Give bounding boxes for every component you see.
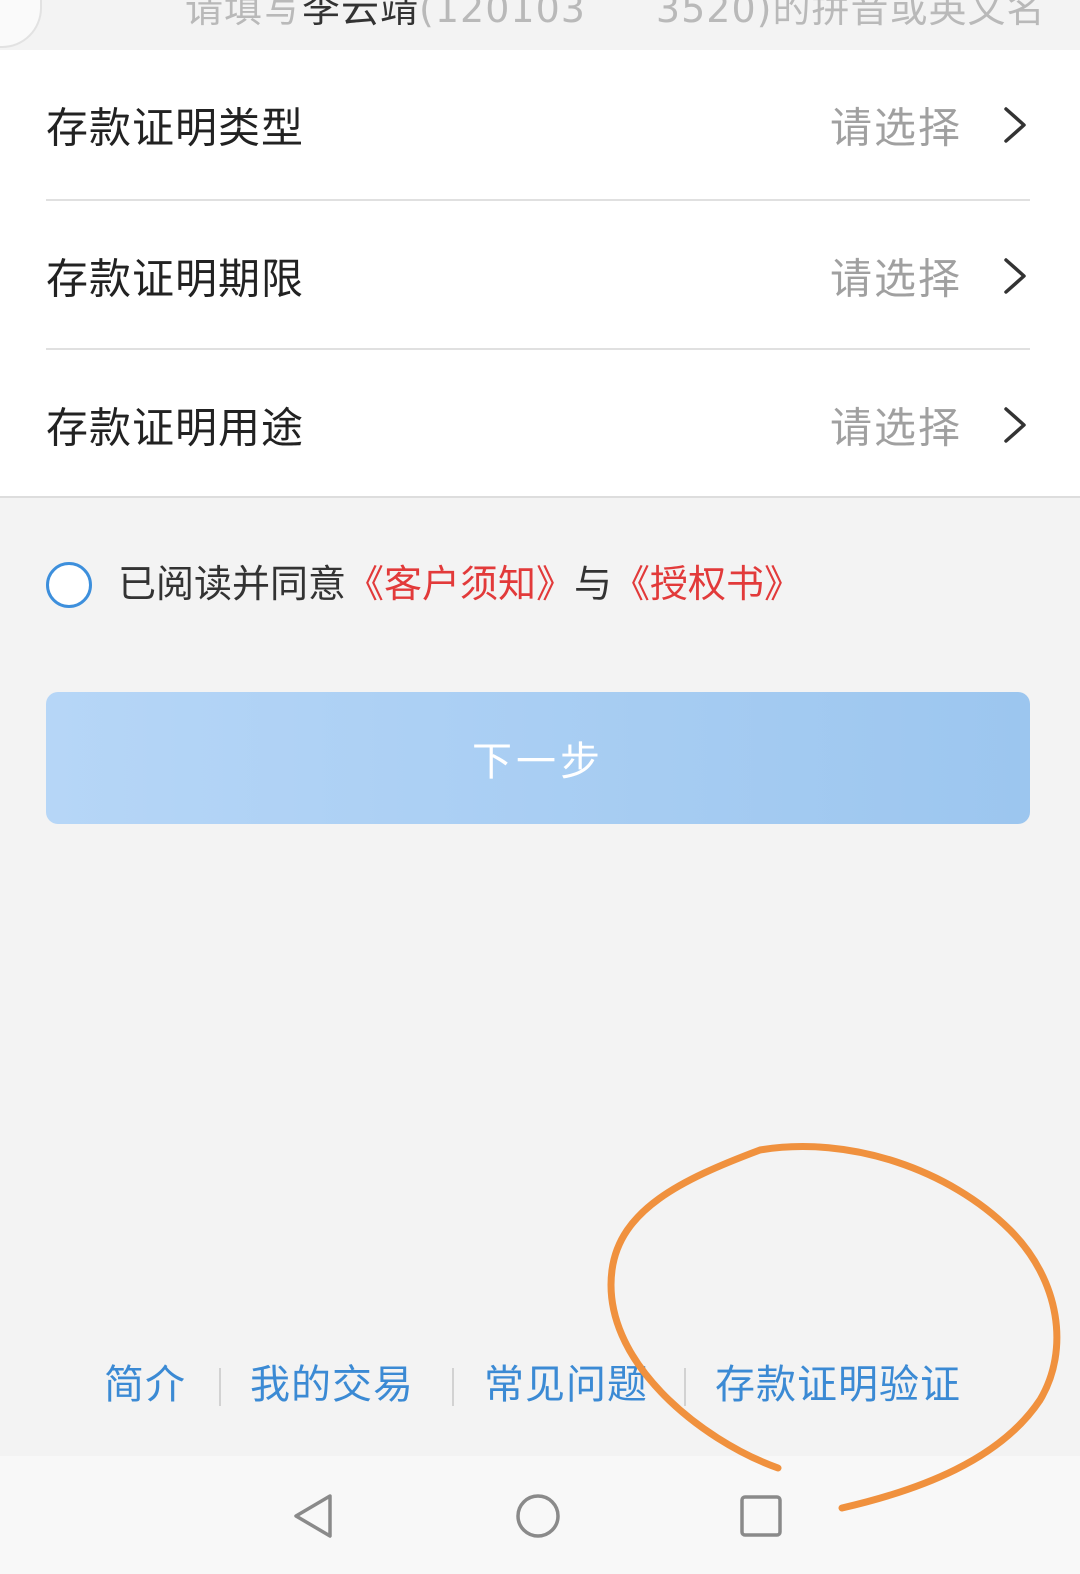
agreement-row: 已阅读并同意《客户须知》与《授权书》 [46,560,996,608]
nav-home-icon[interactable] [510,1488,566,1544]
footer-link-my-transactions[interactable]: 我的交易 [250,1352,414,1418]
chevron-right-icon [1004,258,1026,294]
footer-separator [219,1368,221,1406]
customer-notice-link[interactable]: 《客户须知》 [346,562,574,606]
system-nav-bar [0,1456,1080,1574]
hint-prefix: 请填写 [185,0,303,31]
nav-back-icon[interactable] [286,1488,342,1544]
agreement-radio[interactable] [46,562,92,608]
footer-links: 简介 我的交易 常见问题 存款证明验证 [0,1352,1080,1422]
deposit-form-card: 存款证明类型 请选择 存款证明期限 请选择 存款证明用途 请选择 [0,50,1080,498]
footer-link-intro[interactable]: 简介 [104,1352,186,1418]
hint-suffix: 3520)的拼音或英文名 [655,0,1046,31]
agreement-prefix: 已阅读并同意 [118,562,347,606]
chevron-right-icon [1004,107,1026,143]
nav-recents-icon[interactable] [733,1488,789,1544]
row-value: 请选择 [829,403,962,453]
row-certificate-type[interactable]: 存款证明类型 请选择 [0,50,1080,200]
row-label: 存款证明类型 [46,103,305,153]
input-field-corner[interactable] [0,0,42,48]
footer-separator [684,1368,686,1406]
row-certificate-period[interactable]: 存款证明期限 请选择 [0,201,1080,351]
agreement-text: 已阅读并同意《客户须知》与《授权书》 [118,560,802,608]
row-label: 存款证明期限 [46,254,305,304]
agreement-joiner: 与 [574,562,613,606]
footer-separator [452,1368,454,1406]
footer-link-certificate-verification[interactable]: 存款证明验证 [715,1352,961,1418]
footer-link-faq[interactable]: 常见问题 [484,1352,648,1418]
name-hint-strip: 请填写李云靖(120103 3520)的拼音或英文名 [0,0,1080,50]
row-certificate-purpose[interactable]: 存款证明用途 请选择 [0,350,1080,500]
row-label: 存款证明用途 [46,403,305,453]
row-value: 请选择 [829,254,962,304]
hint-id-start: (120103 [419,0,586,31]
next-step-button[interactable]: 下一步 [46,692,1030,824]
chevron-right-icon [1004,407,1026,443]
pinyin-name-hint: 请填写李云靖(120103 3520)的拼音或英文名 [185,0,1045,33]
hint-name: 李云靖 [302,0,420,31]
row-value: 请选择 [829,103,962,153]
authorization-link[interactable]: 《授权书》 [612,562,802,606]
deposit-certificate-page: 请填写李云靖(120103 3520)的拼音或英文名 存款证明类型 请选择 存款证… [0,0,1080,1574]
